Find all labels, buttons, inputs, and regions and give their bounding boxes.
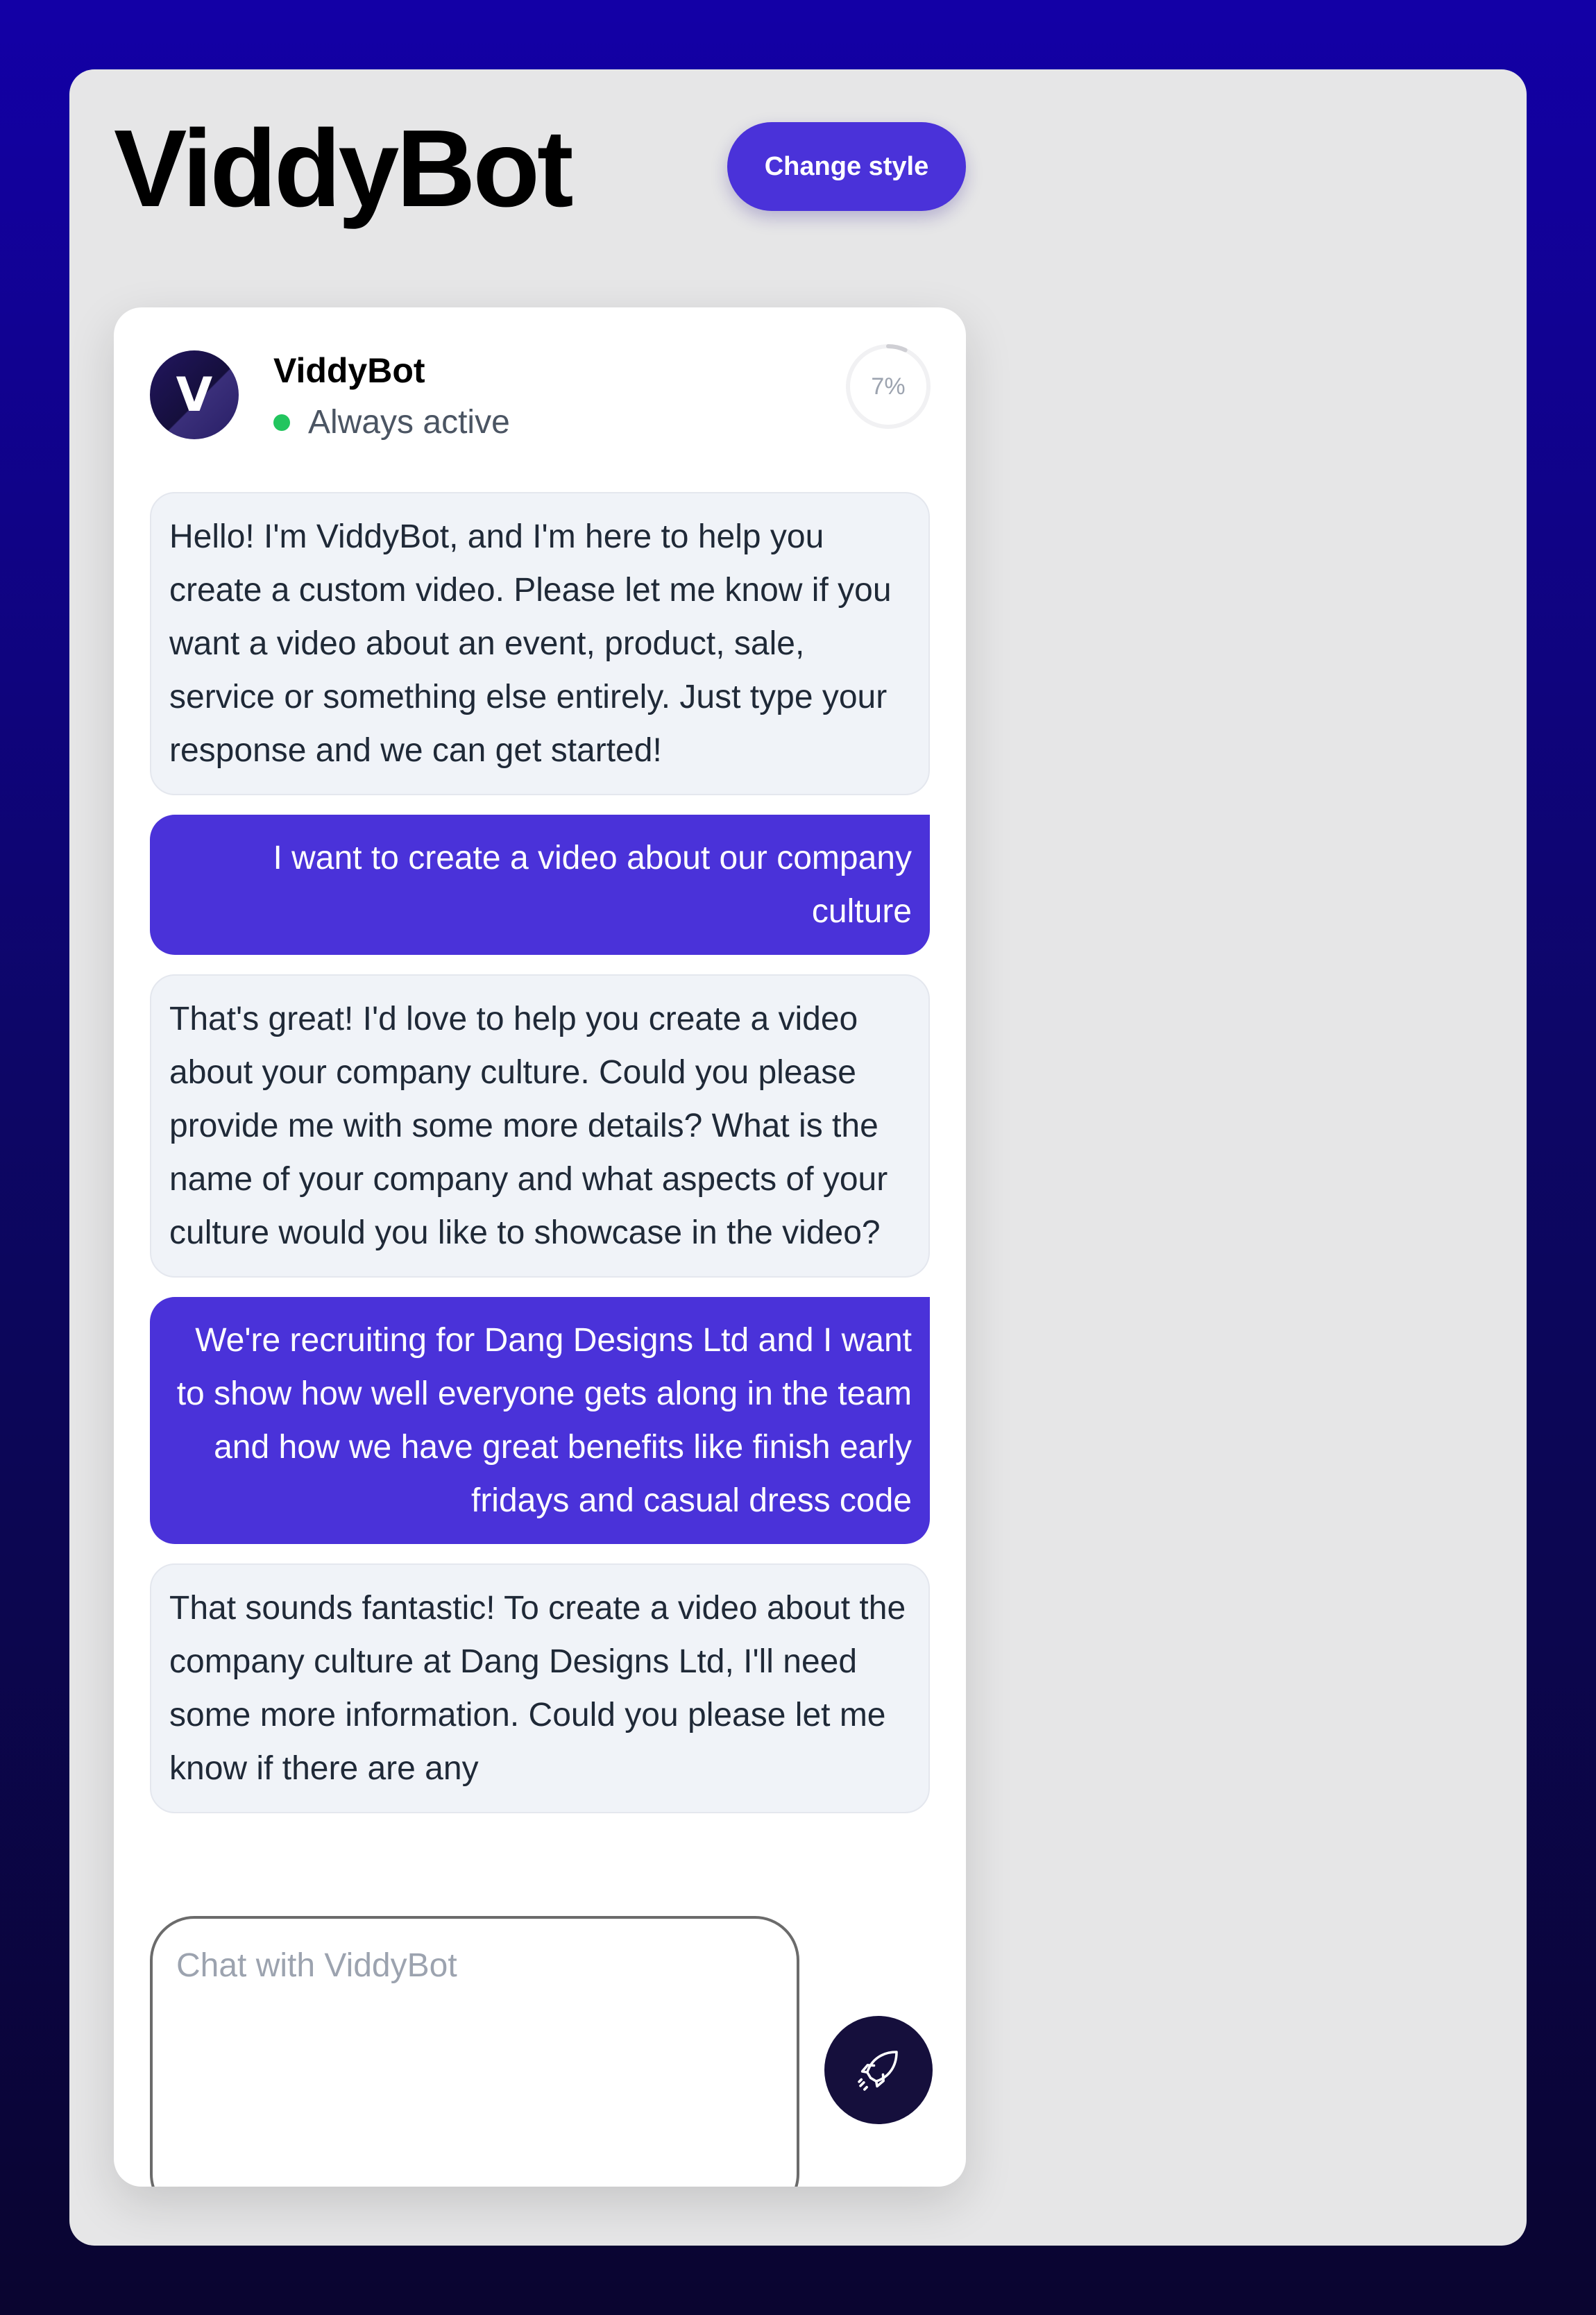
message-bot: That's great! I'd love to help you creat… <box>150 974 930 1278</box>
message-list: Hello! I'm ViddyBot, and I'm here to hel… <box>150 492 930 1845</box>
message-bot: That sounds fantastic! To create a video… <box>150 1563 930 1813</box>
chat-input[interactable] <box>150 1916 799 2187</box>
bot-name: ViddyBot <box>273 351 425 390</box>
message-user: We're recruiting for Dang Designs Ltd an… <box>150 1297 930 1544</box>
chat-card: V ViddyBot Always active 7% Hello! I'm V… <box>114 307 966 2187</box>
send-button[interactable] <box>824 2016 933 2124</box>
avatar: V <box>150 350 239 439</box>
change-style-button[interactable]: Change style <box>727 122 966 211</box>
main-panel: ViddyBot Change style V ViddyBot Always … <box>69 69 1527 2246</box>
bot-status: Always active <box>273 403 510 441</box>
status-dot-icon <box>273 414 290 431</box>
message-bot: Hello! I'm ViddyBot, and I'm here to hel… <box>150 492 930 795</box>
progress-ring: 7% <box>844 342 933 431</box>
status-text: Always active <box>308 404 510 441</box>
rocket-icon <box>858 2051 898 2091</box>
page-title: ViddyBot <box>114 108 574 230</box>
progress-label: 7% <box>871 373 906 400</box>
message-user: I want to create a video about our compa… <box>150 815 930 955</box>
